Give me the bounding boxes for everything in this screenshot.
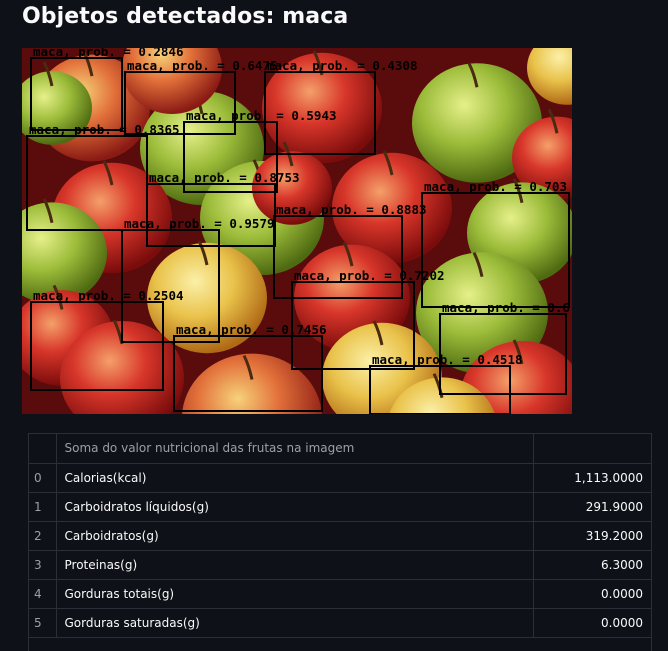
detection-label: maca, prob. = 0.8753	[149, 170, 300, 185]
row-name: Proteinas(g)	[56, 550, 534, 580]
table-row[interactable]: 2 Carboidratos(g) 319.2000	[29, 521, 651, 551]
value-header[interactable]	[533, 434, 651, 464]
table-row[interactable]: 1 Carboidratos líquidos(g) 291.9000	[29, 492, 651, 522]
detection-label: maca, prob. = 0.5943	[186, 108, 337, 123]
row-index: 0	[29, 463, 57, 493]
detection-label: maca, prob. = 0.4308	[267, 58, 418, 73]
detection-label: maca, prob. = 0.703	[424, 179, 567, 194]
row-index: 4	[29, 579, 57, 609]
detection-label: maca, prob. = 0.6475	[127, 58, 278, 73]
detection-image-canvas: maca, prob. = 0.2846maca, prob. = 0.6475…	[22, 48, 572, 414]
nutrition-table[interactable]: Soma do valor nutricional das frutas na …	[28, 433, 652, 651]
row-value: 291.9000	[533, 492, 651, 522]
row-name: Calorias(kcal)	[56, 463, 534, 493]
row-index: 1	[29, 492, 57, 522]
row-name: Carboidratos líquidos(g)	[56, 492, 534, 522]
detection-label: maca, prob. = 0.8883	[276, 202, 427, 217]
column-header[interactable]: Soma do valor nutricional das frutas na …	[56, 434, 534, 464]
detection-label: maca, prob. = 0.6	[442, 300, 570, 315]
table-row[interactable]: 4 Gorduras totais(g) 0.0000	[29, 579, 651, 609]
detection-label: maca, prob. = 0.4518	[372, 352, 523, 367]
row-value: 0.0000	[533, 579, 651, 609]
row-index: 2	[29, 521, 57, 551]
table-row[interactable]: 0 Calorias(kcal) 1,113.0000	[29, 463, 651, 493]
table-row[interactable]: 5 Gorduras saturadas(g) 0.0000	[29, 608, 651, 638]
detection-label: maca, prob. = 0.9579	[124, 216, 275, 231]
row-value: 0.0000	[533, 608, 651, 638]
row-index: 5	[29, 608, 57, 638]
detection-label: maca, prob. = 0.2504	[33, 288, 184, 303]
detection-label: maca, prob. = 0.7202	[294, 268, 445, 283]
row-value: 1,113.0000	[533, 463, 651, 493]
table-header-row: Soma do valor nutricional das frutas na …	[29, 434, 651, 464]
row-name: Gorduras totais(g)	[56, 579, 534, 609]
row-value: 319.2000	[533, 521, 651, 551]
page-title: Objetos detectados: maca	[22, 4, 349, 29]
row-value: 6.3000	[533, 550, 651, 580]
detection-label: maca, prob. = 0.7456	[176, 322, 327, 337]
row-name: Carboidratos(g)	[56, 521, 534, 551]
row-index: 3	[29, 550, 57, 580]
row-name: Gorduras saturadas(g)	[56, 608, 534, 638]
detection-label: maca, prob. = 0.8365	[29, 122, 180, 137]
index-header	[29, 434, 57, 464]
table-row[interactable]: 3 Proteinas(g) 6.3000	[29, 550, 651, 580]
detection-image: maca, prob. = 0.2846 maca, prob. = 0.6475…	[22, 48, 572, 414]
